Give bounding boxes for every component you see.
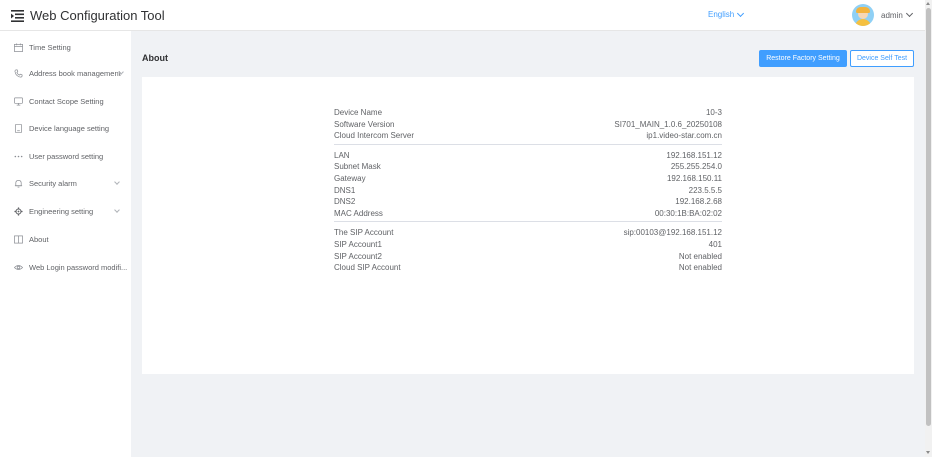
info-value: sip:00103@192.168.151.12 xyxy=(623,228,722,238)
scroll-up-arrow-icon[interactable] xyxy=(926,2,930,5)
info-value: 192.168.151.12 xyxy=(666,150,722,160)
chevron-down-icon xyxy=(737,9,745,17)
info-row-sip-account: The SIP Account sip:00103@192.168.151.12 xyxy=(334,227,722,239)
sidebar-item-label: Device language setting xyxy=(29,123,110,133)
app-logo: Web Configuration Tool xyxy=(11,8,165,23)
info-row-lan: LAN 192.168.151.12 xyxy=(334,150,722,162)
sidebar-item-user-password[interactable]: User password setting xyxy=(0,146,131,166)
vertical-scrollbar[interactable] xyxy=(925,0,932,457)
divider xyxy=(334,221,722,223)
info-label: Gateway xyxy=(334,173,366,183)
info-row-gateway: Gateway 192.168.150.11 xyxy=(334,173,722,185)
sidebar-item-label: Contact Scope Setting xyxy=(29,96,104,106)
divider xyxy=(334,143,722,145)
info-row-sip-account2: SIP Account2 Not enabled xyxy=(334,251,722,263)
info-label: LAN xyxy=(334,150,350,160)
sidebar-item-label: Web Login password modifi... xyxy=(29,262,128,272)
info-label: The SIP Account xyxy=(334,228,394,238)
info-label: DNS1 xyxy=(334,185,356,195)
chevron-down-icon xyxy=(905,9,913,18)
sidebar-item-label: About xyxy=(29,234,49,244)
info-value: 223.5.5.5 xyxy=(688,185,722,195)
info-value: Not enabled xyxy=(678,263,722,273)
language-label: English xyxy=(708,10,735,19)
info-value: ip1.video-star.com.cn xyxy=(646,131,722,141)
top-header: Web Configuration Tool English admin xyxy=(0,0,925,31)
info-label: MAC Address xyxy=(334,208,383,218)
info-label: DNS2 xyxy=(334,197,356,207)
info-value: 255.255.254.0 xyxy=(670,162,722,172)
page-title: About xyxy=(142,53,168,63)
sidebar: Time Setting Address book management Con… xyxy=(0,31,131,457)
sidebar-item-label: Address book management xyxy=(29,68,121,78)
chevron-down-icon xyxy=(114,179,120,185)
restore-factory-button[interactable]: Restore Factory Setting xyxy=(759,50,847,67)
bell-icon xyxy=(14,179,23,187)
info-value: 192.168.150.11 xyxy=(666,173,722,183)
calendar-icon xyxy=(14,42,23,52)
info-label: Cloud SIP Account xyxy=(334,263,401,273)
info-value: Not enabled xyxy=(678,251,722,261)
menu-fold-icon[interactable] xyxy=(11,9,24,22)
info-row-sip-account1: SIP Account1 401 xyxy=(334,239,722,251)
info-value: 10-3 xyxy=(705,108,722,117)
sidebar-item-time-setting[interactable]: Time Setting xyxy=(0,37,131,57)
sidebar-item-device-language[interactable]: Device language setting xyxy=(0,118,131,138)
sidebar-item-security-alarm[interactable]: Security alarm xyxy=(0,173,131,193)
monitor-icon xyxy=(14,97,23,105)
document-icon xyxy=(14,123,23,133)
sidebar-item-label: User password setting xyxy=(29,151,104,161)
sidebar-item-contact-scope[interactable]: Contact Scope Setting xyxy=(0,91,131,111)
scroll-down-arrow-icon[interactable] xyxy=(926,451,930,454)
info-value: 192.168.2.68 xyxy=(675,197,722,207)
sidebar-item-web-login-password[interactable]: Web Login password modifi... xyxy=(0,257,131,277)
sidebar-item-address-book[interactable]: Address book management xyxy=(0,63,131,83)
scrollbar-thumb[interactable] xyxy=(926,8,931,426)
app-title: Web Configuration Tool xyxy=(30,8,165,23)
gear-icon xyxy=(14,206,23,216)
info-row-device-name: Device Name 10-3 xyxy=(334,107,722,119)
about-info-card: Device Name 10-3 Software Version SI701_… xyxy=(142,77,914,374)
user-name-label: admin xyxy=(881,10,903,20)
info-row-software-version: Software Version SI701_MAIN_1.0.6_202501… xyxy=(334,119,722,131)
info-label: Software Version xyxy=(334,119,395,129)
info-label: Subnet Mask xyxy=(334,162,381,172)
user-name[interactable]: admin xyxy=(881,9,913,20)
book-icon xyxy=(14,235,23,243)
device-self-test-button[interactable]: Device Self Test xyxy=(850,50,914,67)
device-info-list: Device Name 10-3 Software Version SI701_… xyxy=(334,107,722,274)
eye-icon xyxy=(14,264,23,270)
phone-icon xyxy=(14,69,23,77)
info-row-dns1: DNS1 223.5.5.5 xyxy=(334,185,722,197)
info-row-dns2: DNS2 192.168.2.68 xyxy=(334,196,722,208)
info-value: SI701_MAIN_1.0.6_20250108 xyxy=(614,119,722,129)
info-label: SIP Account1 xyxy=(334,239,382,249)
info-row-mac-address: MAC Address 00:30:1B:BA:02:02 xyxy=(334,208,722,220)
chevron-down-icon xyxy=(114,207,120,213)
info-value: 00:30:1B:BA:02:02 xyxy=(654,208,722,218)
info-row-cloud-server: Cloud Intercom Server ip1.video-star.com… xyxy=(334,130,722,142)
info-label: Cloud Intercom Server xyxy=(334,131,415,141)
info-value: 401 xyxy=(708,239,722,249)
language-dropdown[interactable]: English xyxy=(708,9,745,19)
sidebar-item-label: Security alarm xyxy=(29,178,77,188)
info-row-subnet-mask: Subnet Mask 255.255.254.0 xyxy=(334,161,722,173)
avatar[interactable] xyxy=(852,4,874,26)
sidebar-item-about[interactable]: About xyxy=(0,229,131,249)
sidebar-item-label: Engineering setting xyxy=(29,206,94,216)
sidebar-item-engineering[interactable]: Engineering setting xyxy=(0,201,131,221)
info-row-cloud-sip-account: Cloud SIP Account Not enabled xyxy=(334,262,722,274)
user-menu[interactable]: admin xyxy=(852,4,913,26)
sidebar-item-label: Time Setting xyxy=(29,42,71,52)
dots-icon xyxy=(14,155,23,157)
info-label: SIP Account2 xyxy=(334,251,382,261)
info-label: Device Name xyxy=(334,108,383,117)
